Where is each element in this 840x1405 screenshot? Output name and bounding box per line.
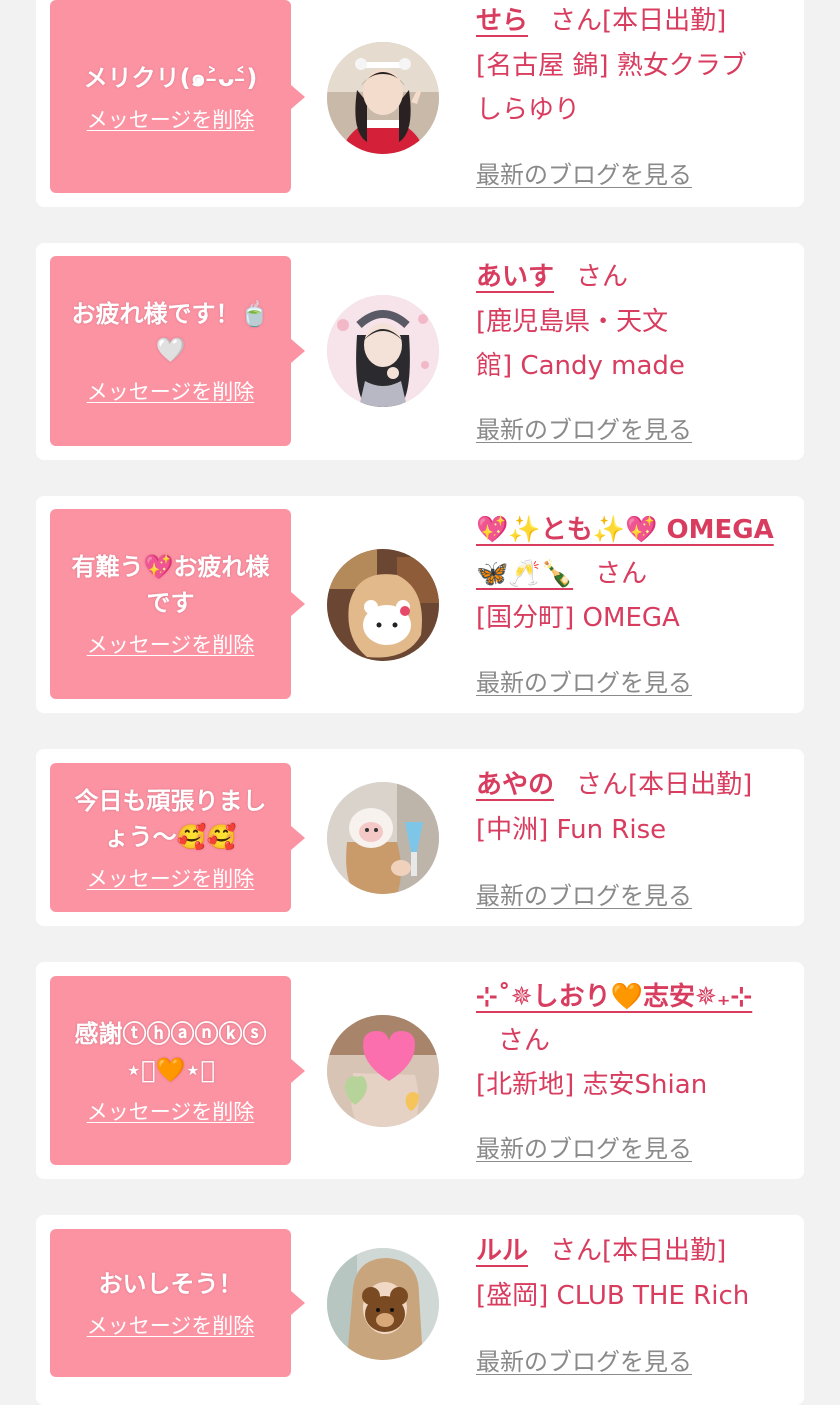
message-text: お疲れ様です！🍵 🤍 xyxy=(72,296,270,368)
shop-line: [中洲] Fun Rise xyxy=(476,815,667,845)
latest-blog-link[interactable]: 最新のブログを見る xyxy=(476,1129,692,1164)
message-bubble: 感謝ⓣⓗⓐⓝⓚⓢ ⋆͛🧡⋆͛ メッセージを削除 xyxy=(50,976,305,1165)
cast-name-link[interactable]: あやの xyxy=(476,770,554,800)
message-line: 感謝ⓣⓗⓐⓝⓚⓢ xyxy=(74,1019,267,1048)
latest-blog-link[interactable]: 最新のブログを見る xyxy=(476,663,692,698)
message-line: です xyxy=(146,589,195,617)
delete-message-link[interactable]: メッセージを削除 xyxy=(87,629,255,659)
cast-name-row: あやの さん[本日出勤] xyxy=(476,762,796,808)
message-bubble: 今日も頑張りまし ょう〜🥰🥰 メッセージを削除 xyxy=(50,763,305,912)
message-line: メリクリ(๑˃̵ᴗ˂̵) xyxy=(83,63,258,92)
avatar-santa-costume-icon xyxy=(327,42,439,154)
message-line: 有難う💖お疲れ様 xyxy=(71,553,270,581)
shop-line: [鹿児島県・天文 xyxy=(476,307,669,337)
delete-message-link[interactable]: メッセージを削除 xyxy=(87,863,255,893)
attendance-status: [本日出勤] xyxy=(602,6,727,36)
message-card: 感謝ⓣⓗⓐⓝⓚⓢ ⋆͛🧡⋆͛ メッセージを削除 ⊹˚✵しおり🧡志安✵₊⊹ さん [… xyxy=(36,962,804,1179)
message-text: 有難う💖お疲れ様 です xyxy=(72,549,270,621)
avatar-bear-sticker-icon xyxy=(327,1248,439,1360)
message-card: 今日も頑張りまし ょう〜🥰🥰 メッセージを削除 あやの さん[本日出勤] [中洲… xyxy=(36,749,804,926)
avatar[interactable] xyxy=(327,42,439,154)
message-bubble: おいしそう！ メッセージを削除 xyxy=(50,1229,305,1377)
message-line: おいしそう！ xyxy=(98,1270,243,1298)
cast-name-link[interactable]: あいす xyxy=(476,262,554,292)
avatar[interactable] xyxy=(327,782,439,894)
message-bubble: メリクリ(๑˃̵ᴗ˂̵) メッセージを削除 xyxy=(50,0,305,193)
message-line: 今日も頑張りまし xyxy=(74,786,267,815)
cast-name-link[interactable]: せら xyxy=(476,6,528,36)
shop-name: [北新地] 志安Shian xyxy=(476,1063,796,1107)
shop-line: [北新地] 志安Shian xyxy=(476,1070,708,1100)
avatar[interactable] xyxy=(327,549,439,661)
message-line: 🤍 xyxy=(155,336,186,364)
avatar-lace-headband-icon xyxy=(327,295,439,407)
delete-message-link[interactable]: メッセージを削除 xyxy=(87,376,255,406)
honorific: さん xyxy=(550,1236,603,1266)
cast-name-row: ルル さん[本日出勤] xyxy=(476,1228,796,1274)
delete-message-link[interactable]: メッセージを削除 xyxy=(87,104,255,134)
cast-name-link[interactable]: ⊹˚✵しおり🧡志安✵₊⊹ xyxy=(476,982,752,1012)
avatar-heart-sticker-icon xyxy=(327,1015,439,1127)
message-card: 有難う💖お疲れ様 です メッセージを削除 💖✨とも✨💖 OMEGA🦋🥂🍾 さん … xyxy=(36,496,804,713)
message-text: 今日も頑張りまし ょう〜🥰🥰 xyxy=(75,783,267,855)
cast-name-link[interactable]: ルル xyxy=(476,1236,528,1266)
avatar-hello-kitty-sticker-icon xyxy=(327,549,439,661)
shop-name: [名古屋 錦] 熟女クラブ しらゆり xyxy=(476,44,796,132)
message-line: ょう〜🥰🥰 xyxy=(104,822,237,851)
cast-info: ルル さん[本日出勤] [盛岡] CLUB THE Rich xyxy=(476,1228,796,1318)
latest-blog-link[interactable]: 最新のブログを見る xyxy=(476,155,692,190)
latest-blog-link[interactable]: 最新のブログを見る xyxy=(476,876,692,911)
message-line: ⋆͛🧡⋆͛ xyxy=(126,1055,215,1084)
honorific: さん xyxy=(550,6,603,36)
honorific: さん xyxy=(595,559,648,589)
honorific: さん xyxy=(498,1026,551,1056)
honorific: さん xyxy=(576,770,629,800)
message-bubble: 有難う💖お疲れ様 です メッセージを削除 xyxy=(50,509,305,699)
shop-line: しらゆり xyxy=(476,95,581,125)
avatar[interactable] xyxy=(327,1248,439,1360)
message-card: おいしそう！ メッセージを削除 ルル さん[本日出勤] [盛岡] CLUB TH… xyxy=(36,1215,804,1405)
cast-name-row: ⊹˚✵しおり🧡志安✵₊⊹ さん xyxy=(476,975,796,1063)
avatar-sheep-sticker-icon xyxy=(327,782,439,894)
shop-line: 館] Candy made xyxy=(476,351,685,381)
shop-name: [盛岡] CLUB THE Rich xyxy=(476,1274,796,1318)
shop-name: [国分町] OMEGA xyxy=(476,596,796,640)
message-text: 感謝ⓣⓗⓐⓝⓚⓢ ⋆͛🧡⋆͛ xyxy=(75,1016,267,1088)
cast-info: あやの さん[本日出勤] [中洲] Fun Rise xyxy=(476,762,796,852)
message-text: メリクリ(๑˃̵ᴗ˂̵) xyxy=(84,60,258,96)
cast-name-row: 💖✨とも✨💖 OMEGA🦋🥂🍾 さん xyxy=(476,508,796,596)
delete-message-link[interactable]: メッセージを削除 xyxy=(87,1310,255,1340)
cast-name-row: あいす さん xyxy=(476,254,796,300)
message-card: お疲れ様です！🍵 🤍 メッセージを削除 あいす さん [鹿児島県・天文 館] C… xyxy=(36,243,804,460)
avatar[interactable] xyxy=(327,295,439,407)
delete-message-link[interactable]: メッセージを削除 xyxy=(87,1096,255,1126)
message-line: お疲れ様です！🍵 xyxy=(71,300,270,328)
cast-name-row: せら さん[本日出勤] xyxy=(476,0,796,44)
message-text: おいしそう！ xyxy=(99,1266,243,1302)
cast-info: あいす さん [鹿児島県・天文 館] Candy made xyxy=(476,254,796,388)
latest-blog-link[interactable]: 最新のブログを見る xyxy=(476,410,692,445)
message-bubble: お疲れ様です！🍵 🤍 メッセージを削除 xyxy=(50,256,305,446)
shop-line: [盛岡] CLUB THE Rich xyxy=(476,1281,750,1311)
message-card: メリクリ(๑˃̵ᴗ˂̵) メッセージを削除 せら さん[本日出勤] [名古屋 錦… xyxy=(36,0,804,207)
honorific: さん xyxy=(576,262,629,292)
shop-name: [中洲] Fun Rise xyxy=(476,808,796,852)
shop-line: [国分町] OMEGA xyxy=(476,603,680,633)
cast-info: せら さん[本日出勤] [名古屋 錦] 熟女クラブ しらゆり xyxy=(476,0,796,132)
message-list: メリクリ(๑˃̵ᴗ˂̵) メッセージを削除 せら さん[本日出勤] [名古屋 錦… xyxy=(0,0,840,1405)
shop-line: [名古屋 錦] 熟女クラブ xyxy=(476,51,747,81)
latest-blog-link[interactable]: 最新のブログを見る xyxy=(476,1342,692,1377)
cast-info: 💖✨とも✨💖 OMEGA🦋🥂🍾 さん [国分町] OMEGA xyxy=(476,508,796,640)
shop-name: [鹿児島県・天文 館] Candy made xyxy=(476,300,796,388)
avatar[interactable] xyxy=(327,1015,439,1127)
attendance-status: [本日出勤] xyxy=(602,1236,727,1266)
cast-info: ⊹˚✵しおり🧡志安✵₊⊹ さん [北新地] 志安Shian xyxy=(476,975,796,1107)
attendance-status: [本日出勤] xyxy=(628,770,753,800)
